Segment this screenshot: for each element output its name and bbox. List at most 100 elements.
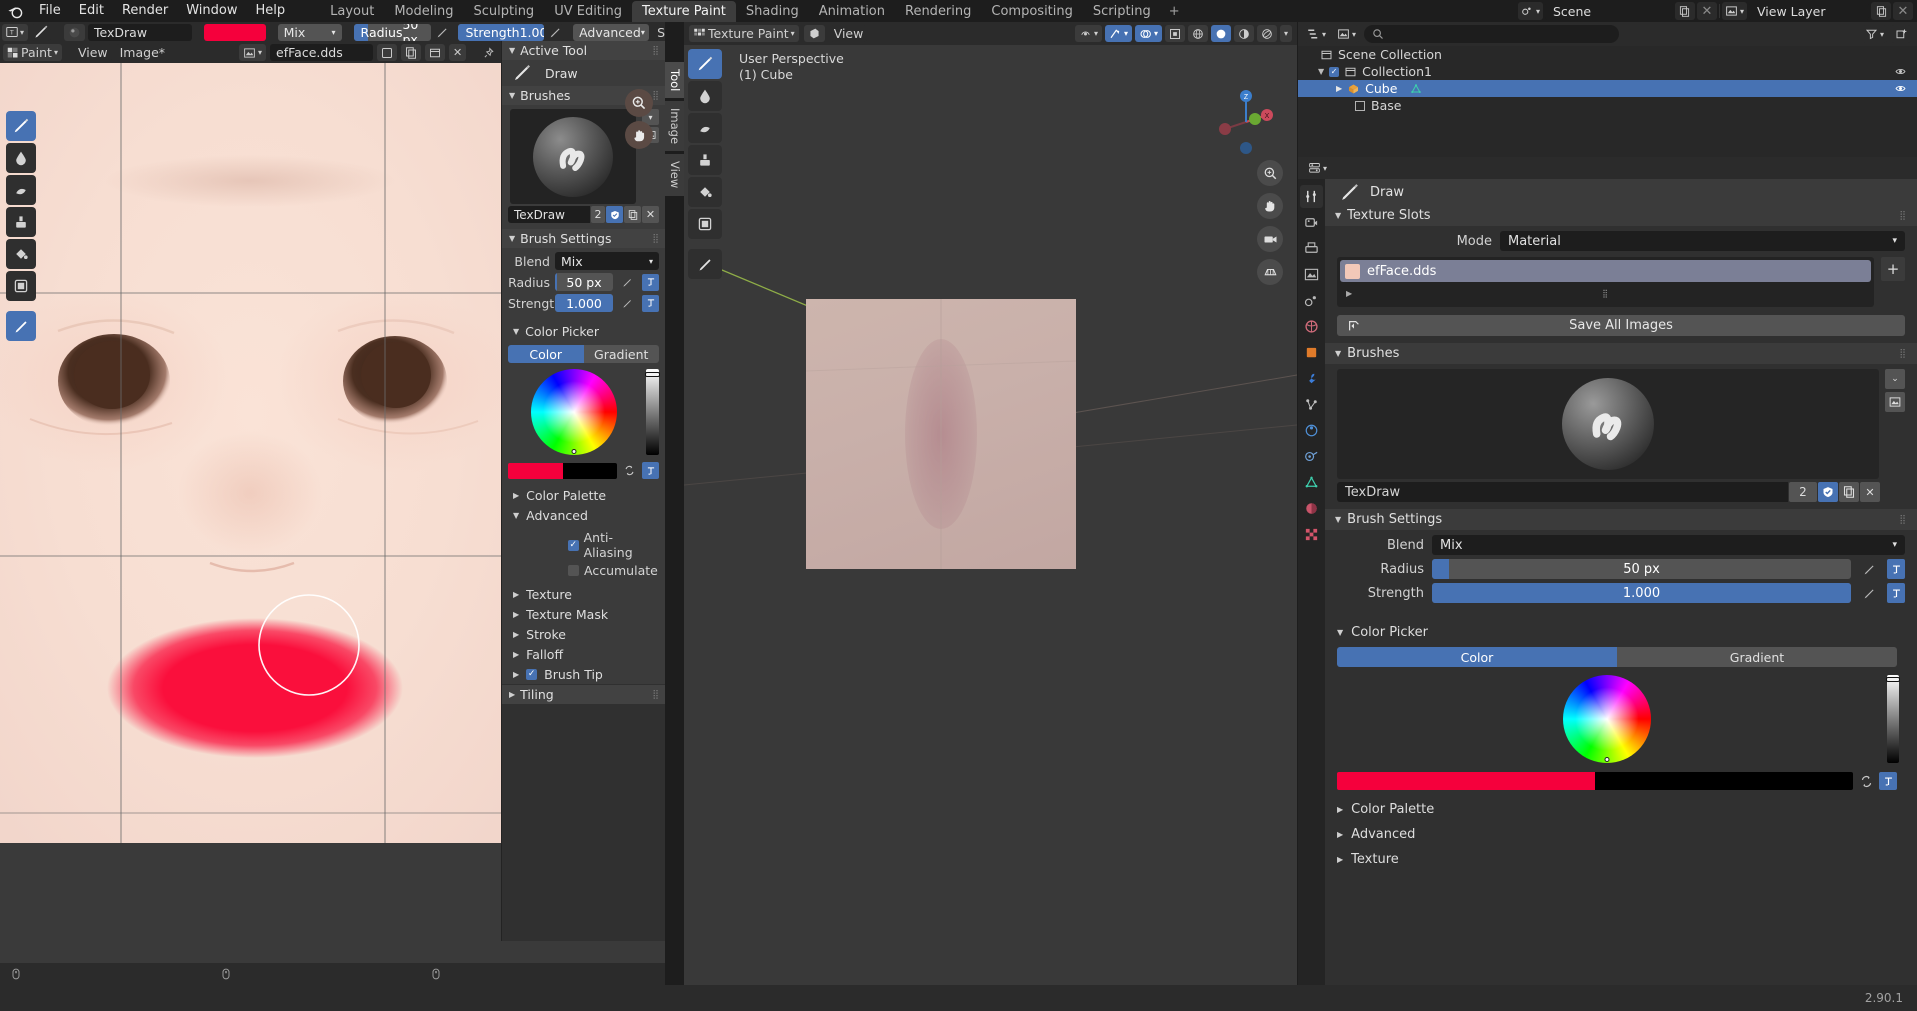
vp-tool-fill[interactable]	[688, 177, 722, 207]
vtab-image[interactable]: Image	[665, 101, 684, 152]
ptab-constraint[interactable]	[1300, 445, 1323, 468]
color-options-icon[interactable]	[642, 462, 659, 479]
viewlayer-icon[interactable]: ▾	[1721, 2, 1747, 20]
active-tool-panel-header[interactable]: ▼ Active Tool ⣿	[502, 41, 665, 60]
tab-layout[interactable]: Layout	[320, 1, 384, 22]
brush-preview-swatch[interactable]	[64, 23, 86, 41]
strength-unit-toggle[interactable]	[642, 294, 659, 312]
vp-tool-clone[interactable]	[688, 145, 722, 175]
image-menu[interactable]: Image*	[115, 44, 170, 61]
brushes-header[interactable]: ▼ Brushes ⣿	[1325, 343, 1917, 364]
menu-file[interactable]: File	[30, 0, 70, 22]
primary-color-swatch[interactable]	[508, 462, 563, 479]
ptab-data[interactable]	[1300, 471, 1323, 494]
ptab-particles[interactable]	[1300, 393, 1323, 416]
pin-icon[interactable]	[479, 44, 500, 61]
new-image-button[interactable]	[377, 44, 398, 61]
strength-unit-toggle[interactable]	[1887, 583, 1905, 603]
ptab-viewlayer[interactable]	[1300, 263, 1323, 286]
tab-color[interactable]: Color	[1337, 647, 1617, 667]
scene-icon[interactable]: ▾	[1517, 2, 1543, 20]
blend-mode-dropdown[interactable]: Mix ▾	[277, 23, 342, 41]
radius-pressure-icon[interactable]	[619, 274, 636, 291]
advanced-header[interactable]: ▶ Advanced	[1325, 822, 1917, 847]
accumulate-checkbox[interactable]	[568, 565, 579, 576]
tool-mask[interactable]	[6, 271, 36, 301]
scene-name-field[interactable]: Scene	[1544, 2, 1673, 20]
menu-window[interactable]: Window	[177, 0, 246, 22]
tab-animation[interactable]: Animation	[809, 1, 895, 22]
outliner-row-collection1[interactable]: ▼ ✓ Collection1	[1298, 63, 1917, 80]
viewport-mode-dropdown[interactable]: Texture Paint ▾	[689, 25, 799, 42]
color-options-icon[interactable]	[1879, 772, 1897, 790]
radius-pressure-icon[interactable]	[434, 23, 452, 41]
blend-dropdown[interactable]: Mix ▾	[1432, 535, 1905, 555]
collection-enable-checkbox[interactable]: ✓	[1329, 66, 1340, 77]
menu-render[interactable]: Render	[113, 0, 177, 22]
value-slider[interactable]	[1886, 675, 1900, 763]
outliner-search-input[interactable]	[1364, 25, 1620, 43]
falloff-panel-header[interactable]: ▶ Falloff	[502, 644, 665, 664]
color-palette-panel-header[interactable]: ▶ Color Palette	[502, 485, 665, 505]
tool-clone[interactable]	[6, 207, 36, 237]
color-picker-header[interactable]: ▼ Color Picker	[1325, 620, 1917, 644]
duplicate-brush-icon[interactable]	[624, 206, 641, 223]
navigation-gizmo[interactable]: X Z	[1211, 87, 1281, 157]
pan-gizmo-icon[interactable]	[625, 121, 653, 149]
view-menu[interactable]: View	[73, 44, 112, 61]
vtab-tool[interactable]: Tool	[665, 62, 684, 99]
ptab-world[interactable]	[1300, 315, 1323, 338]
ptab-texture[interactable]	[1300, 523, 1323, 546]
cube-textured-face[interactable]	[806, 299, 1076, 569]
tool-smear[interactable]	[6, 175, 36, 205]
fake-user-shield-icon[interactable]	[606, 206, 623, 223]
visibility-eye-icon[interactable]	[1894, 66, 1907, 77]
add-texture-slot-button[interactable]: +	[1881, 257, 1905, 281]
texture-header[interactable]: ▶ Texture	[1325, 847, 1917, 872]
advanced-dropdown[interactable]: Advanced ▾	[573, 23, 650, 41]
swap-colors-icon[interactable]	[621, 462, 638, 479]
vp-tool-soften[interactable]	[688, 81, 722, 111]
tab-texture-paint[interactable]: Texture Paint	[632, 1, 736, 22]
shading-rendered-icon[interactable]	[1256, 25, 1277, 42]
brush-preview[interactable]	[1337, 369, 1879, 479]
swap-colors-icon[interactable]	[1857, 773, 1875, 790]
delete-viewlayer-button[interactable]: ✕	[1893, 2, 1913, 20]
color-wheel[interactable]	[1563, 675, 1651, 763]
tab-shading[interactable]: Shading	[736, 1, 809, 22]
viewport-canvas[interactable]: User Perspective (1) Cube X Z	[684, 45, 1297, 985]
strength-pressure-icon[interactable]	[547, 23, 565, 41]
tab-rendering[interactable]: Rendering	[895, 1, 981, 22]
outliner-row-scene-collection[interactable]: Scene Collection	[1298, 46, 1917, 63]
blender-logo-icon[interactable]	[0, 0, 30, 22]
color-picker-panel-header[interactable]: ▼ Color Picker	[502, 321, 665, 341]
strength-slider[interactable]: Strength 1.000	[458, 23, 545, 41]
radius-pressure-icon[interactable]	[1860, 561, 1878, 578]
close-image-button[interactable]: ✕	[449, 44, 467, 61]
brush-users-count[interactable]: 2	[1789, 482, 1817, 502]
anti-aliasing-checkbox[interactable]: ✓	[568, 539, 579, 551]
secondary-color-swatch[interactable]	[562, 462, 617, 479]
brush-settings-panel-header[interactable]: ▼ Brush Settings ⣿	[502, 229, 665, 248]
browse-brush-button[interactable]: ⌄	[1885, 369, 1905, 389]
tab-scripting[interactable]: Scripting	[1083, 1, 1161, 22]
brush-tip-panel-header[interactable]: ▶ ✓ Brush Tip	[502, 664, 665, 684]
grip-icon[interactable]: ⣿	[1602, 289, 1609, 298]
editor-type-selector[interactable]: T ▾	[2, 23, 29, 41]
snap-icon[interactable]: ▾	[1074, 25, 1102, 42]
properties-editor-type-icon[interactable]: ▾	[1305, 159, 1331, 177]
image-browse-button[interactable]: ▾	[239, 44, 267, 61]
stroke-panel-header[interactable]: ▶ Stroke	[502, 624, 665, 644]
strength-slider[interactable]: 1.000	[555, 294, 613, 312]
color-wheel[interactable]	[530, 369, 617, 455]
expander-triangle-icon[interactable]: ▶	[1336, 84, 1342, 93]
strength-slider[interactable]: 1.000	[1432, 583, 1851, 603]
tool-fill[interactable]	[6, 239, 36, 269]
fake-user-shield-icon[interactable]	[1818, 482, 1838, 502]
ptab-scene[interactable]	[1300, 289, 1323, 312]
texture-panel-header[interactable]: ▶ Texture	[502, 584, 665, 604]
value-slider[interactable]	[645, 369, 660, 455]
strength-pressure-icon[interactable]	[619, 295, 636, 312]
mesh-data-icon[interactable]	[1410, 83, 1422, 95]
shading-wireframe-icon[interactable]	[1187, 25, 1208, 42]
